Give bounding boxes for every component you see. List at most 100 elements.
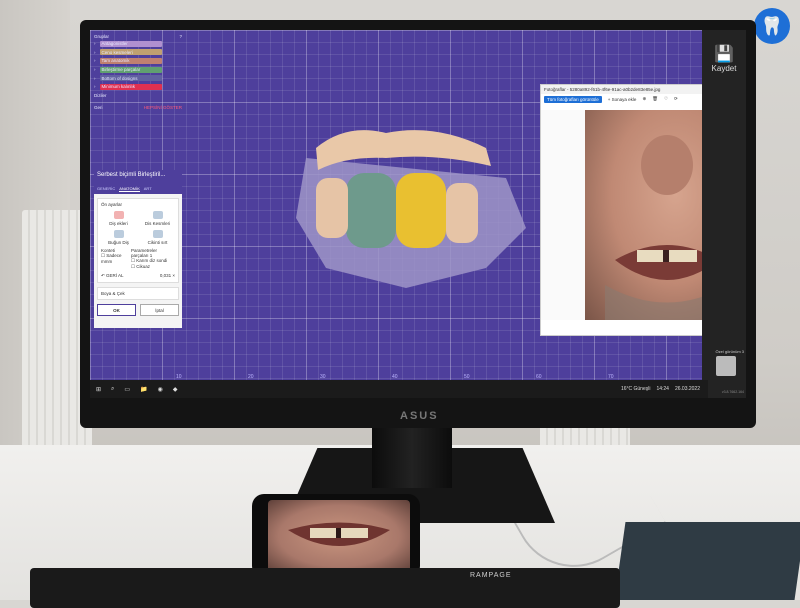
tool-label: Cikinti sırt xyxy=(147,240,168,245)
layer-row[interactable]: › Ceno kesmeleri xyxy=(94,49,182,57)
phone-smile-photo xyxy=(268,500,410,572)
add-tool-icon xyxy=(113,211,124,219)
monitor-stand-neck xyxy=(372,428,452,488)
all-photos-button[interactable]: Tüm fotoğrafları görüntüle xyxy=(544,95,602,103)
eye-icon[interactable]: › xyxy=(94,58,96,63)
layer-row[interactable]: › Bottom of dosigns xyxy=(94,74,182,82)
layer-swatch: Antagonistler xyxy=(99,40,162,47)
checkbox-only[interactable]: ☐ Sadece mmm xyxy=(101,253,131,264)
layer-row[interactable]: › Minimum kalınlık xyxy=(94,83,182,91)
option-label: Cikuaz xyxy=(136,264,151,269)
taskbar: ⊞ ⌕ ▭ 📁 ◉ ◆ 16°C Güneşli 14:24 26.03.202… xyxy=(90,380,708,398)
rotate-icon[interactable]: ⟳ xyxy=(674,96,678,102)
layer-label: Bottom of dosigns xyxy=(101,75,138,81)
delete-icon[interactable]: 🗑 xyxy=(652,96,658,102)
tool-ridge[interactable]: Cikinti sırt xyxy=(140,230,175,245)
favorite-icon[interactable]: ♡ xyxy=(664,96,668,102)
layer-label: Birleştirme parçalar xyxy=(101,67,141,73)
tooth-logo-icon: 🦷 xyxy=(754,8,790,44)
add-label: Sonaya ekle xyxy=(611,96,637,102)
option-label: Sadece mmm xyxy=(101,253,122,264)
checkbox-cikuaz[interactable]: ☐ Cikuaz xyxy=(131,264,175,270)
show-all-link[interactable]: HEPSİNİ GÖSTER xyxy=(144,105,182,110)
layer-label: Minimum kalınlık xyxy=(101,84,136,90)
tool-bend[interactable]: Buğun Diş xyxy=(101,230,136,245)
layer-label: Ceno kesmeleri xyxy=(101,49,133,55)
crown-yellow xyxy=(396,173,446,248)
zoom-icon[interactable]: ⊕ xyxy=(642,96,646,102)
layer-swatch: Birleştirme parçalar xyxy=(99,66,162,73)
app-icon[interactable]: ◆ xyxy=(173,386,178,393)
nav-cube-icon[interactable] xyxy=(716,356,736,376)
tooth-left xyxy=(316,178,348,238)
task-view-icon[interactable]: ▭ xyxy=(124,386,130,393)
layers-header: Gruplar xyxy=(94,33,110,39)
cut-tool-icon xyxy=(152,211,163,219)
presets-section: Ön ayarlar Diş ekleri Dis Kesmleri Buğun… xyxy=(97,198,179,283)
layer-label: Antagonistler xyxy=(101,41,128,47)
date-label[interactable]: 26.03.2022 xyxy=(675,386,700,392)
keyboard-brand: RAMPAGE xyxy=(470,572,512,579)
crown-green xyxy=(346,173,396,248)
freeform-dialog: Serbest biçimli Birleştiril... GENERİC A… xyxy=(94,170,182,328)
photo-sidebar xyxy=(541,110,585,320)
nav-cube-label: Özel görünüm 3 xyxy=(715,349,744,354)
time-label[interactable]: 14:24 xyxy=(656,386,669,392)
dialog-title: Serbest biçimli Birleştiril... xyxy=(94,170,182,184)
weather-label[interactable]: 16°C Güneşli xyxy=(621,386,651,392)
layer-swatch: Bottom of dosigns xyxy=(99,75,162,82)
eye-icon[interactable]: › xyxy=(94,67,96,72)
add-to-button[interactable]: + Sonaya ekle xyxy=(608,97,637,102)
save-button[interactable]: 💾 Kaydet xyxy=(708,44,740,73)
mousepad xyxy=(614,522,800,600)
tab-anatomic[interactable]: ANATOMİK xyxy=(119,186,140,192)
layer-label: Geri xyxy=(94,105,103,111)
tool-cut[interactable]: Dis Kesmleri xyxy=(140,211,175,226)
layer-swatch: Minimum kalınlık xyxy=(99,83,162,90)
undo-button[interactable]: ↶ GERİ AL xyxy=(101,273,124,279)
eye-icon[interactable]: › xyxy=(94,41,96,46)
monitor: Gruplar? › Antagonistler › Ceno kesmeleri … xyxy=(80,20,756,428)
tool-label: Diş ekleri xyxy=(109,221,128,226)
dental-model-3d[interactable] xyxy=(286,118,546,298)
explorer-icon[interactable]: 📁 xyxy=(140,386,147,393)
smartphone xyxy=(252,494,420,578)
keyboard xyxy=(30,568,620,608)
ridge-tool-icon xyxy=(152,230,163,238)
tool-add[interactable]: Diş ekleri xyxy=(101,211,136,226)
eye-icon[interactable]: › xyxy=(94,50,96,55)
layer-row[interactable]: Diziler xyxy=(94,92,182,100)
tab-generic[interactable]: GENERİC xyxy=(97,186,115,192)
right-toolbar: 💾 Kaydet Özel görünüm 3 v3.8.7662.164 xyxy=(702,30,746,398)
windows-start-icon[interactable]: ⊞ xyxy=(96,386,101,393)
save-label: Kaydet xyxy=(711,64,737,73)
layer-row[interactable]: › Birleştirme parçalar xyxy=(94,66,182,74)
help-icon[interactable]: ? xyxy=(179,34,182,39)
dialog-tabs: GENERİC ANATOMİK ART xyxy=(94,184,182,194)
layer-row[interactable]: › Antagonistler xyxy=(94,40,182,48)
bend-tool-icon xyxy=(113,230,124,238)
search-icon[interactable]: ⌕ xyxy=(111,386,114,393)
tool-label: Dis Kesmleri xyxy=(144,221,171,226)
layer-label: Diziler xyxy=(94,92,107,98)
monitor-brand: ASUS xyxy=(400,410,439,422)
save-icon: 💾 xyxy=(714,46,734,63)
tooth-right xyxy=(446,183,478,243)
screen: Gruplar? › Antagonistler › Ceno kesmeleri … xyxy=(90,30,746,398)
ok-button[interactable]: OK xyxy=(97,304,136,316)
eye-icon[interactable]: › xyxy=(94,84,96,89)
layer-panel: Gruplar? › Antagonistler › Ceno kesmeleri … xyxy=(94,32,182,111)
layer-swatch: Tam anatomik xyxy=(99,57,162,64)
section-title: Ön ayarlar xyxy=(101,202,123,207)
value-field[interactable]: 0,031 × xyxy=(160,273,175,279)
option-label: Parametreler parçaları 1 xyxy=(130,248,157,258)
layer-row[interactable]: › Tam anatomik xyxy=(94,57,182,65)
eye-icon[interactable]: › xyxy=(94,76,96,81)
undo-label: GERİ AL xyxy=(106,273,124,278)
tool-label: Buğun Diş xyxy=(108,240,129,245)
version-label: v3.8.7662.164 xyxy=(721,390,744,394)
cancel-button[interactable]: İptal xyxy=(140,304,179,316)
browser-icon[interactable]: ◉ xyxy=(158,386,163,393)
tab-art[interactable]: ART xyxy=(144,186,152,192)
paint-section[interactable]: Boya & Çek xyxy=(97,287,179,300)
